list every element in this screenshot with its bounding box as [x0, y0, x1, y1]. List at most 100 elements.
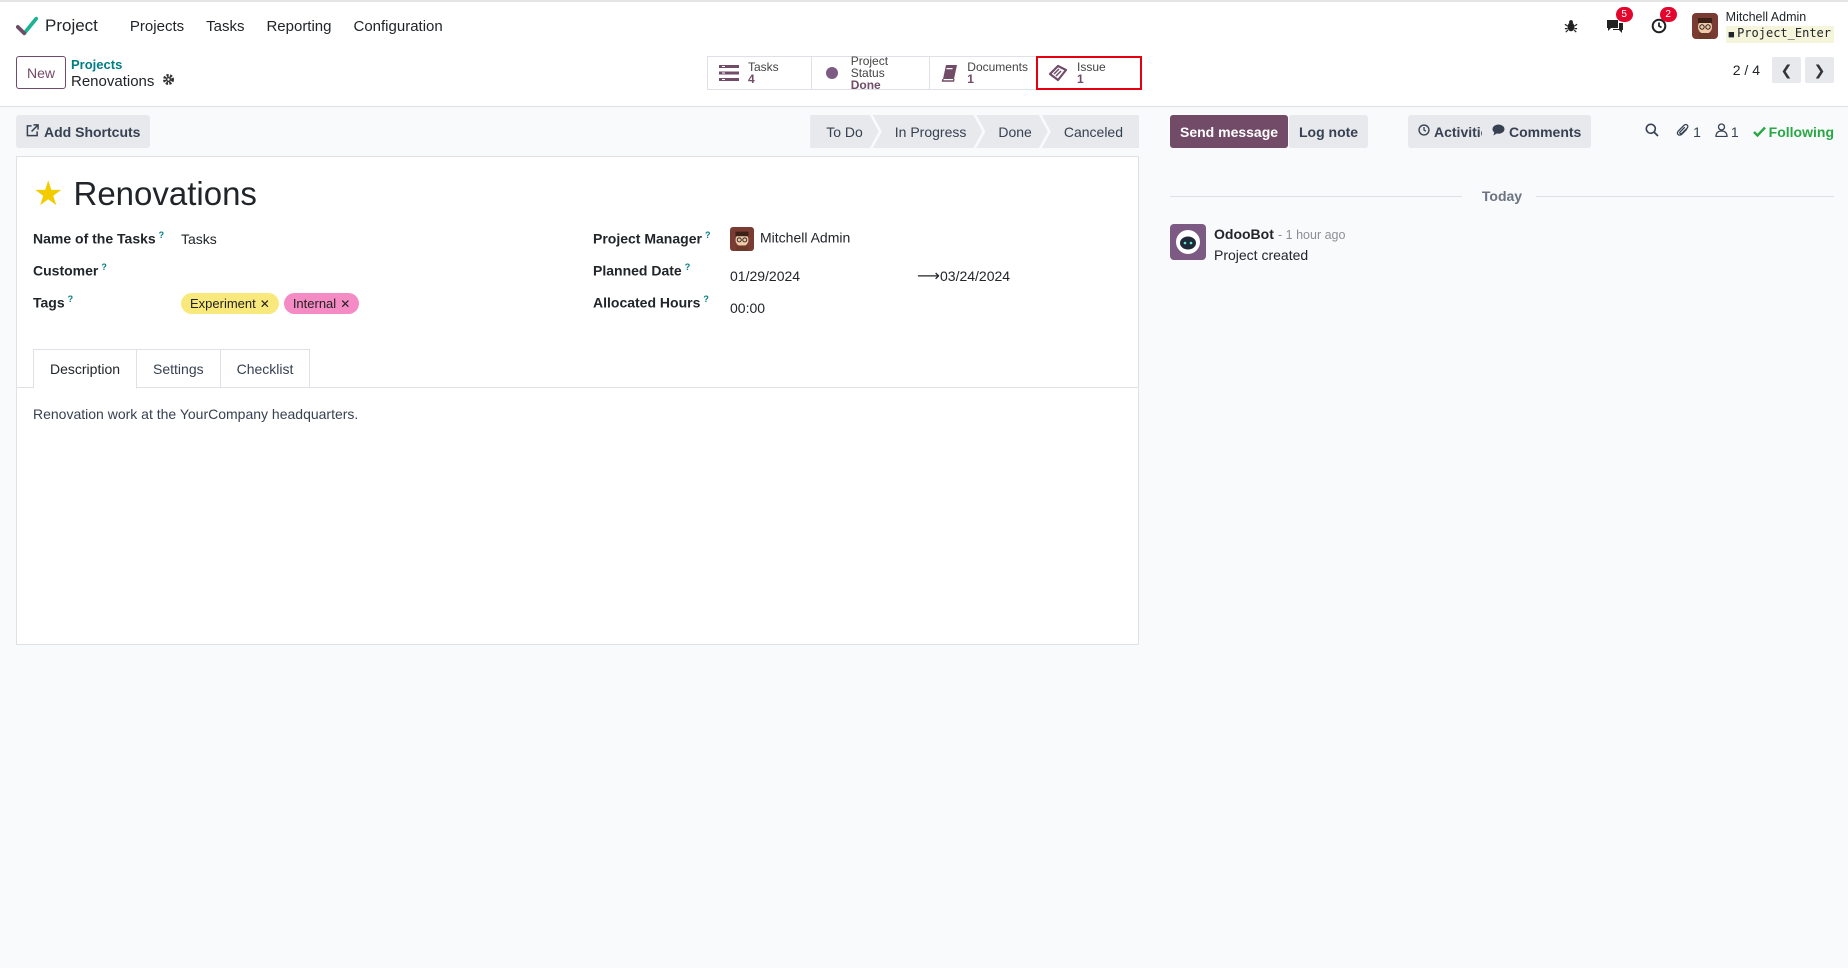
smart-button-value: 1	[1077, 72, 1084, 86]
smart-buttons: Tasks 4 Project Status Done Documents 1 Iss…	[707, 55, 1142, 91]
help-icon[interactable]: ?	[159, 230, 165, 240]
followers-button[interactable]: 1	[1715, 123, 1739, 140]
favorite-star-icon[interactable]: ★	[33, 177, 63, 211]
user-avatar	[1691, 13, 1718, 39]
ticket-icon	[1047, 62, 1069, 84]
stage-done[interactable]: Done	[976, 115, 1047, 148]
status-dot-icon	[822, 62, 843, 84]
arrow-right-icon: ⟶	[917, 268, 940, 285]
main-menu: Projects Tasks Reporting Configuration	[119, 18, 454, 35]
smart-button-issue[interactable]: Issue 1	[1036, 56, 1142, 90]
comments-label: Comments	[1509, 123, 1582, 140]
stage-in-progress[interactable]: In Progress	[873, 115, 983, 148]
field-label-text: Allocated Hours	[593, 294, 701, 311]
planned-date-end-field[interactable]: 03/24/2024	[940, 268, 1010, 284]
search-messages-button[interactable]	[1645, 123, 1662, 140]
planned-date-start-field[interactable]: 01/29/2024	[730, 268, 800, 284]
app-name: Project	[45, 16, 98, 35]
help-icon[interactable]: ?	[705, 230, 711, 240]
tag-label: Internal	[292, 296, 337, 311]
stage-statusbar: To Do In Progress Done Canceled	[810, 115, 1139, 148]
breadcrumb-current-label: Renovations	[71, 72, 155, 90]
project-manager-field[interactable]: Mitchell Admin	[730, 227, 850, 251]
attachments-button[interactable]: 1	[1676, 123, 1701, 141]
message-text: Project created	[1214, 247, 1309, 263]
help-icon[interactable]: ?	[703, 294, 709, 304]
add-shortcuts-button[interactable]: Add Shortcuts	[16, 115, 151, 148]
field-label-allocated-hours: Allocated Hours?	[593, 294, 709, 311]
add-shortcuts-label: Add Shortcuts	[44, 123, 141, 140]
smart-button-value: 4	[748, 72, 755, 86]
gear-icon[interactable]	[162, 73, 175, 90]
following-button[interactable]: Following	[1752, 123, 1834, 140]
paperclip-icon	[1676, 123, 1690, 141]
customer-field[interactable]	[181, 262, 541, 282]
chatter-topbar: Send message Log note Activities Comment…	[1170, 115, 1834, 148]
smart-button-tasks[interactable]: Tasks 4	[708, 57, 812, 89]
breadcrumb-projects-link[interactable]: Projects	[71, 57, 175, 73]
database-label: Project_Enter	[1737, 25, 1831, 40]
user-menu[interactable]: Mitchell Admin ■ Project_Enter	[1691, 9, 1834, 43]
menu-reporting[interactable]: Reporting	[255, 18, 342, 35]
pager-value[interactable]: 2 / 4	[1733, 62, 1760, 78]
chatter-message: OdooBot - 1 hour ago Project created	[1170, 224, 1345, 265]
help-icon[interactable]: ?	[101, 262, 107, 272]
record-title[interactable]: Renovations	[73, 175, 256, 213]
systray: 5 2 Mitchell Admin ■ Project_Enter	[1538, 2, 1834, 50]
field-label-planned-date: Planned Date?	[593, 262, 690, 279]
send-message-button[interactable]: Send message	[1170, 115, 1289, 148]
log-note-button[interactable]: Log note	[1289, 115, 1369, 148]
clock-icon	[1418, 124, 1430, 139]
menu-tasks[interactable]: Tasks	[195, 18, 255, 35]
field-label-text: Planned Date	[593, 262, 682, 279]
pager: 2 / 4 ❮ ❯	[1733, 57, 1834, 83]
tab-checklist[interactable]: Checklist	[219, 349, 311, 388]
tag-label: Experiment	[190, 296, 256, 311]
field-label-customer: Customer?	[33, 262, 107, 279]
database-name: ■ Project_Enter	[1725, 25, 1834, 43]
separator-line	[1536, 196, 1834, 197]
odoobot-avatar[interactable]	[1170, 224, 1206, 260]
help-icon[interactable]: ?	[685, 262, 691, 272]
messages-count-badge: 5	[1615, 7, 1633, 22]
field-label-tags: Tags?	[33, 294, 73, 311]
name-of-tasks-field[interactable]: Tasks	[181, 231, 217, 247]
message-author[interactable]: OdooBot	[1214, 226, 1274, 242]
database-icon: ■	[1728, 29, 1735, 40]
activities-count-badge: 2	[1659, 7, 1677, 22]
comments-button[interactable]: Comments	[1482, 115, 1592, 148]
tab-description[interactable]: Description	[33, 349, 138, 389]
smart-button-project-status[interactable]: Project Status Done	[812, 55, 930, 91]
field-label-text: Customer	[33, 262, 99, 279]
tag-internal: Internal ✕	[283, 293, 360, 314]
menu-configuration[interactable]: Configuration	[343, 18, 454, 35]
notebook-tabs: Description Settings Checklist	[33, 349, 311, 389]
tags-field[interactable]: Experiment ✕ Internal ✕	[181, 293, 364, 314]
tasks-icon	[718, 62, 740, 84]
remove-tag-icon[interactable]: ✕	[340, 297, 350, 311]
activities-clock-icon[interactable]: 2	[1648, 7, 1677, 37]
description-editor[interactable]: Renovation work at the YourCompany headq…	[33, 406, 358, 422]
pager-previous-button[interactable]: ❮	[1772, 57, 1801, 83]
help-icon[interactable]: ?	[68, 294, 74, 304]
user-name: Mitchell Admin	[1725, 9, 1807, 24]
new-button[interactable]: New	[16, 56, 66, 89]
debug-bug-icon[interactable]	[1560, 15, 1582, 37]
app-brand[interactable]: Project	[16, 15, 98, 37]
stage-to-do[interactable]: To Do	[810, 115, 879, 148]
user-icon	[1715, 123, 1728, 140]
remove-tag-icon[interactable]: ✕	[260, 297, 270, 311]
followers-count: 1	[1730, 123, 1739, 140]
allocated-hours-field[interactable]: 00:00	[730, 300, 765, 316]
pager-next-button[interactable]: ❯	[1805, 57, 1834, 83]
check-icon	[1752, 124, 1766, 140]
menu-projects[interactable]: Projects	[119, 18, 195, 35]
messages-icon[interactable]: 5	[1604, 7, 1633, 37]
attachments-count: 1	[1693, 123, 1701, 140]
message-time: - 1 hour ago	[1278, 228, 1346, 242]
tab-settings[interactable]: Settings	[136, 349, 221, 388]
smart-button-documents[interactable]: Documents 1	[930, 57, 1037, 89]
field-label-text: Name of the Tasks	[33, 230, 156, 247]
following-label: Following	[1768, 123, 1834, 140]
stage-canceled[interactable]: Canceled	[1041, 115, 1139, 148]
